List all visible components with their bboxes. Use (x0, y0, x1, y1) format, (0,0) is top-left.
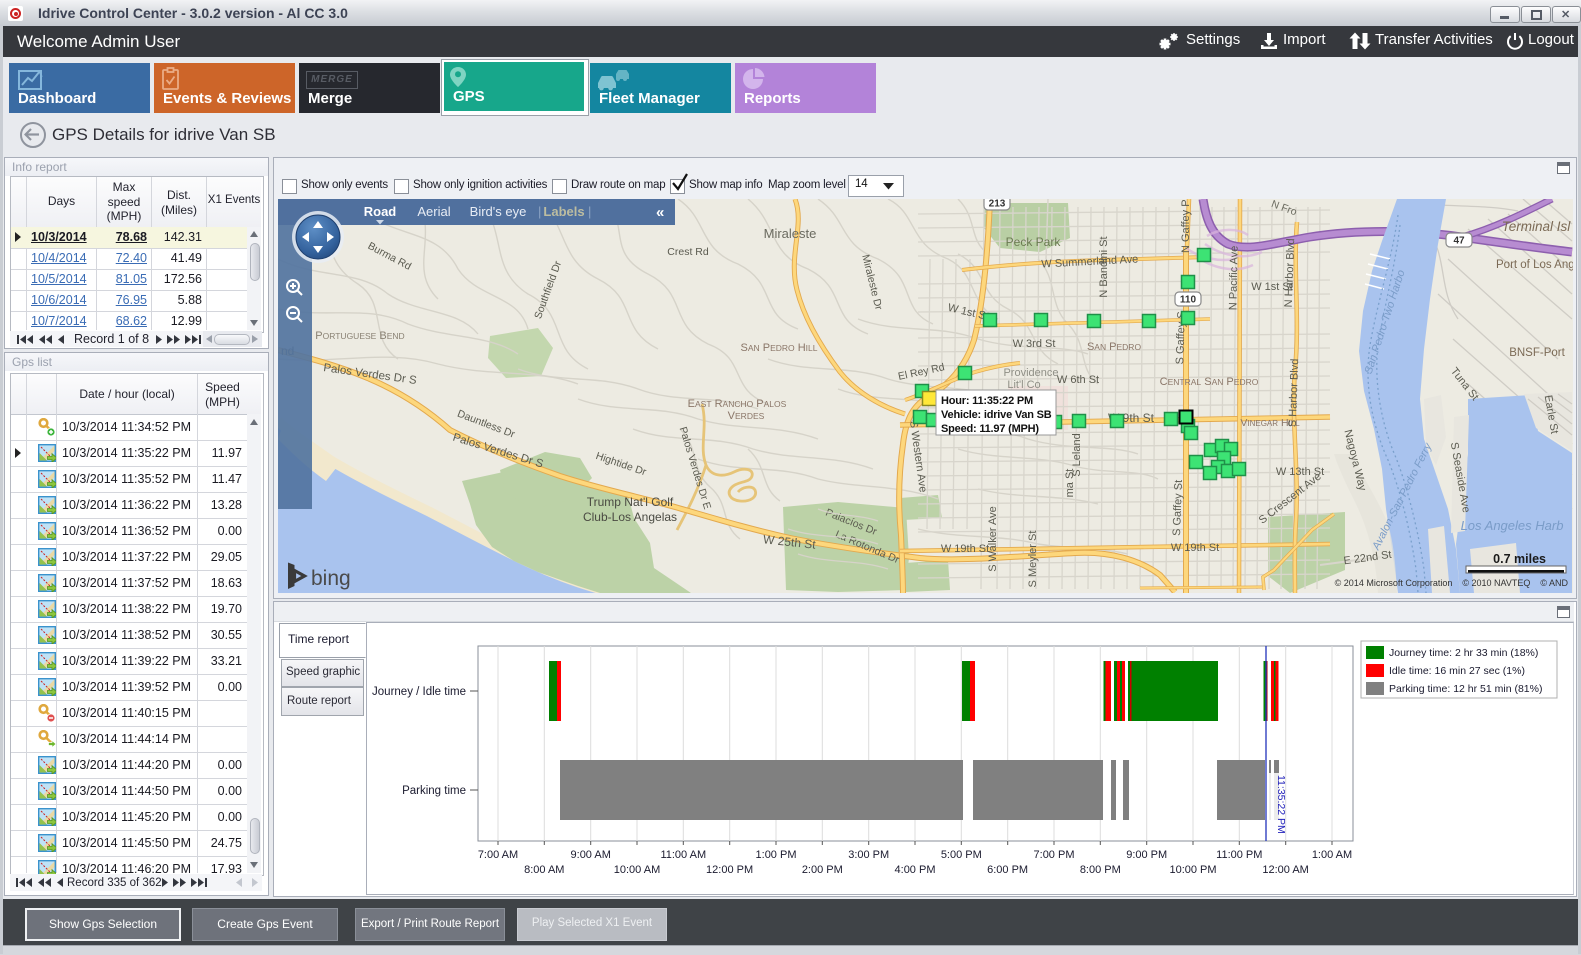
svg-text:N Pacific Ave: N Pacific Ave (1227, 246, 1240, 311)
svg-text:|: | (538, 204, 541, 219)
svg-text:3:00 PM: 3:00 PM (848, 849, 889, 861)
svg-text:Journey / Idle time: Journey / Idle time (372, 686, 466, 698)
svg-text:7:00 AM: 7:00 AM (478, 849, 518, 861)
svg-text:11:35:22 PM: 11:35:22 PM (1275, 775, 1287, 834)
svg-text:S Meyler St: S Meyler St (1027, 531, 1039, 588)
svg-text:Providence: Providence (1003, 367, 1058, 379)
svg-text:VERDES: VERDES (728, 410, 765, 422)
svg-text:S Western Ave: S Western Ave (907, 420, 929, 493)
svg-text:Miraleste: Miraleste (764, 226, 817, 241)
svg-text:10:00 PM: 10:00 PM (1169, 864, 1216, 876)
svg-text:N Harbor Blvd: N Harbor Blvd (1283, 238, 1297, 307)
svg-text:9:00 PM: 9:00 PM (1126, 849, 1167, 861)
svg-text:Labels: Labels (543, 204, 584, 219)
svg-text:W 6th St: W 6th St (1057, 374, 1099, 386)
svg-text:11:00 PM: 11:00 PM (1216, 849, 1262, 861)
svg-text:Port of Los Angel: Port of Los Angel (1496, 259, 1573, 271)
svg-text:Bird's eye: Bird's eye (470, 204, 527, 219)
svg-text:© 2014 Microsoft Corporation: © 2014 Microsoft Corporation © 2010 NAVT… (1335, 578, 1569, 588)
svg-text:1:00 PM: 1:00 PM (756, 849, 797, 861)
svg-text:bing: bing (311, 567, 351, 590)
svg-text:W 3rd St: W 3rd St (1013, 338, 1056, 350)
svg-text:CENTRAL SAN PEDRO: CENTRAL SAN PEDRO (1160, 376, 1259, 388)
svg-text:Speed: 11.97 (MPH): Speed: 11.97 (MPH) (941, 423, 1039, 435)
svg-text:Vehicle: idrive Van SB: Vehicle: idrive Van SB (941, 409, 1052, 421)
svg-text:Parking time: Parking time (402, 785, 466, 797)
svg-text:Road: Road (364, 204, 397, 219)
svg-text:Journey time: 2 hr 33 min (18%: Journey time: 2 hr 33 min (18%) (1389, 647, 1538, 659)
svg-text:10:00 AM: 10:00 AM (614, 864, 660, 876)
svg-text:S Gaffey St: S Gaffey St (1171, 480, 1185, 536)
svg-text:W Summerland Ave: W Summerland Ave (1041, 253, 1139, 270)
svg-text:ma St: ma St (1064, 469, 1076, 498)
svg-text:N Bandini St: N Bandini St (1098, 236, 1110, 297)
svg-text:«: « (656, 204, 664, 221)
svg-text:PORTUGUESE BEND: PORTUGUESE BEND (315, 330, 404, 342)
svg-text:Club-Los Angelas: Club-Los Angelas (583, 510, 677, 524)
svg-text:12:00 PM: 12:00 PM (706, 864, 753, 876)
svg-text:Parking time: 12 hr 51 min (81: Parking time: 12 hr 51 min (81%) (1389, 683, 1542, 695)
svg-text:Trump Nat'l Golf: Trump Nat'l Golf (587, 495, 674, 509)
svg-text:8:00 PM: 8:00 PM (1080, 864, 1121, 876)
svg-text:Burma Rd: Burma Rd (366, 240, 414, 273)
svg-text:W 19th St: W 19th St (1171, 542, 1219, 554)
svg-text:S Harbor Blvd: S Harbor Blvd (1287, 358, 1301, 427)
svg-text:N Gaffey Pl: N Gaffey Pl (1180, 199, 1192, 253)
svg-text:BNSF-Port: BNSF-Port (1509, 347, 1565, 359)
svg-text:Los Angeles Harb: Los Angeles Harb (1461, 518, 1564, 533)
svg-text:9:00 AM: 9:00 AM (571, 849, 611, 861)
svg-text:SAN PEDRO HILL: SAN PEDRO HILL (741, 342, 818, 354)
svg-text:0.7 miles: 0.7 miles (1493, 552, 1546, 566)
svg-text:W 19th St: W 19th St (941, 543, 989, 555)
svg-text:Terminal Isl: Terminal Isl (1502, 219, 1572, 234)
svg-text:12:00 AM: 12:00 AM (1262, 864, 1308, 876)
svg-text:Peck Park: Peck Park (1006, 235, 1062, 249)
svg-text:EAST RANCHO PALOS: EAST RANCHO PALOS (688, 398, 787, 410)
svg-text:Palos Verdes Dr S: Palos Verdes Dr S (323, 362, 418, 387)
svg-text:Hour: 11:35:22 PM: Hour: 11:35:22 PM (941, 395, 1033, 407)
svg-text:SAN PEDRO: SAN PEDRO (1087, 341, 1142, 353)
svg-text:7:00 PM: 7:00 PM (1034, 849, 1075, 861)
svg-text:Idle time: 16 min 27 sec (1%): Idle time: 16 min 27 sec (1%) (1389, 665, 1525, 677)
svg-text:Miraleste Dr: Miraleste Dr (859, 253, 884, 311)
svg-text:4:00 PM: 4:00 PM (895, 864, 936, 876)
svg-text:Crest Rd: Crest Rd (667, 246, 709, 258)
svg-text:2:00 PM: 2:00 PM (802, 864, 843, 876)
svg-text:S Walker Ave: S Walker Ave (987, 506, 999, 571)
svg-text:Lit'l Co: Lit'l Co (1007, 379, 1040, 391)
svg-text:110: 110 (1180, 295, 1197, 306)
svg-text:6:00 PM: 6:00 PM (987, 864, 1028, 876)
svg-text:Palos Verdes Dr S: Palos Verdes Dr S (451, 432, 545, 471)
svg-text:47: 47 (1453, 236, 1465, 247)
svg-text:1:00 AM: 1:00 AM (1312, 849, 1352, 861)
svg-text:Hightide Dr: Hightide Dr (594, 450, 648, 479)
svg-text:5:00 PM: 5:00 PM (941, 849, 982, 861)
svg-text:Tuna St: Tuna St (1448, 365, 1481, 402)
svg-text:Aerial: Aerial (417, 204, 450, 219)
svg-text:213: 213 (989, 199, 1006, 210)
svg-text:8:00 AM: 8:00 AM (524, 864, 564, 876)
svg-text:|: | (588, 204, 591, 219)
svg-text:11:00 AM: 11:00 AM (660, 849, 706, 861)
